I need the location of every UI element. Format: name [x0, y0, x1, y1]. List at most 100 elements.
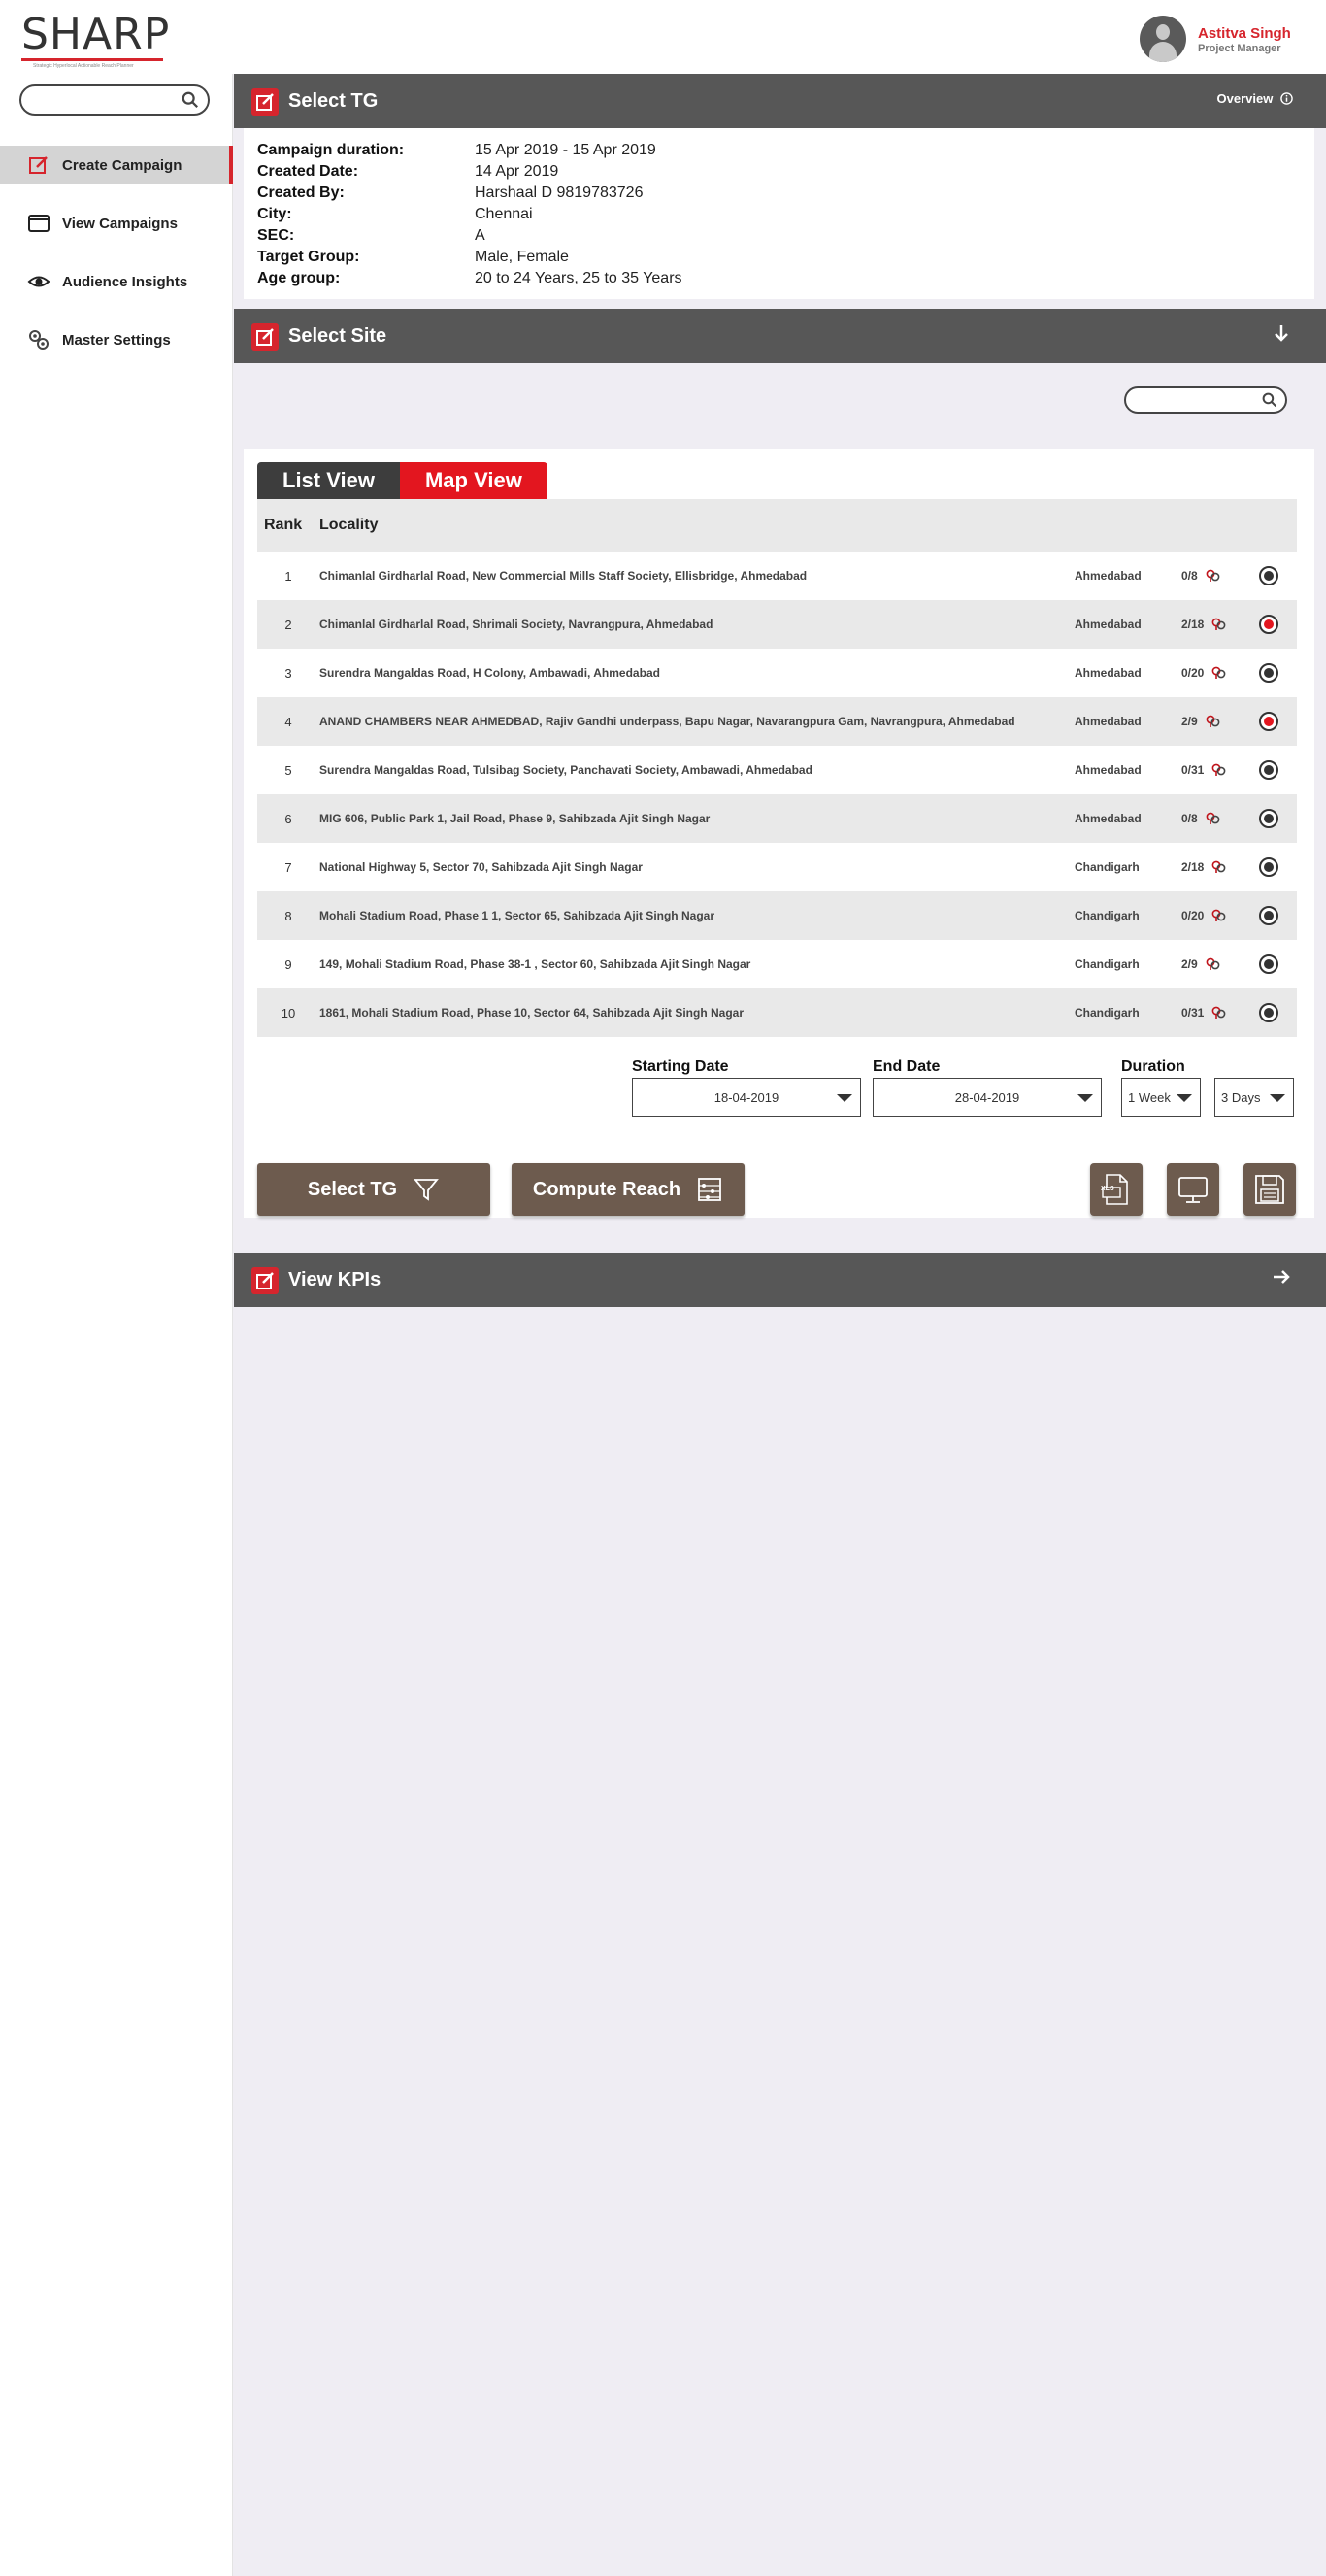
select-tg-header[interactable]: Select TG Overview [234, 74, 1326, 128]
tab-list-view[interactable]: List View [257, 462, 400, 499]
table-row[interactable]: 9 149, Mohali Stadium Road, Phase 38-1 , … [257, 940, 1297, 988]
table-row[interactable]: 3 Surendra Mangaldas Road, H Colony, Amba… [257, 649, 1297, 697]
duration-days-value: 3 Days [1221, 1089, 1261, 1105]
export-xls-button[interactable]: XLS [1090, 1163, 1143, 1216]
window-icon [28, 215, 50, 232]
tg-row-created-by: Created By: Harshaal D 9819783726 [257, 183, 1301, 204]
row-count-value: 0/31 [1181, 1006, 1205, 1020]
site-search-input[interactable] [1124, 386, 1287, 414]
row-locality: Surendra Mangaldas Road, H Colony, Ambaw… [319, 666, 660, 680]
row-locality: 1861, Mohali Stadium Road, Phase 10, Sec… [319, 1006, 745, 1020]
tg-value: Harshaal D 9819783726 [475, 184, 644, 201]
row-select-radio[interactable] [1258, 954, 1278, 974]
row-count-value: 0/8 [1181, 812, 1198, 825]
row-select-radio[interactable] [1258, 760, 1278, 780]
sidebar-item-view-campaigns[interactable]: View Campaigns [0, 204, 233, 243]
sidebar: Create Campaign View Campaigns Audience … [0, 74, 233, 2576]
column-rank[interactable]: Rank [257, 517, 319, 534]
sidebar-item-create-campaign[interactable]: Create Campaign [0, 146, 233, 184]
duration-days-select[interactable]: 3 Days [1214, 1078, 1294, 1117]
arrow-down-icon[interactable] [1270, 321, 1293, 345]
table-header: Rank Locality [257, 499, 1297, 552]
row-city: Ahmedabad [1075, 812, 1142, 825]
row-select-cell [1240, 615, 1297, 634]
table-row[interactable]: 10 1861, Mohali Stadium Road, Phase 10, S… [257, 988, 1297, 1037]
search-icon[interactable] [182, 91, 199, 109]
table-row[interactable]: 7 National Highway 5, Sector 70, Sahibzad… [257, 843, 1297, 891]
end-date-select[interactable]: 28-04-2019 [873, 1078, 1102, 1117]
row-select-cell [1240, 954, 1297, 974]
row-select-cell [1240, 566, 1297, 585]
row-select-cell [1240, 906, 1297, 925]
compute-reach-button[interactable]: Compute Reach [512, 1163, 745, 1216]
row-select-radio[interactable] [1258, 809, 1278, 828]
row-rank: 10 [281, 1005, 296, 1020]
duration-weeks-select[interactable]: 1 Week [1121, 1078, 1201, 1117]
filter-icon [414, 1179, 440, 1201]
tab-map-view[interactable]: Map View [399, 462, 547, 499]
table-row[interactable]: 5 Surendra Mangaldas Road, Tulsibag Socie… [257, 746, 1297, 794]
table-row[interactable]: 2 Chimanlal Girdharlal Road, Shrimali Soc… [257, 600, 1297, 649]
user-profile[interactable]: Astitva Singh Project Manager [1132, 14, 1326, 62]
site-table: Rank Locality 1 Chimanlal Girdharlal Road… [257, 499, 1297, 1037]
row-count: 0/8 [1181, 569, 1240, 583]
tg-key: Age group: [257, 270, 341, 286]
row-count: 0/31 [1181, 763, 1240, 777]
tg-row-duration: Campaign duration: 15 Apr 2019 - 15 Apr 2… [257, 140, 1301, 161]
row-select-radio[interactable] [1258, 1003, 1278, 1022]
row-city: Ahmedabad [1075, 763, 1142, 777]
row-count-value: 2/18 [1181, 618, 1205, 631]
row-rank: 8 [284, 908, 292, 923]
sidebar-search-input[interactable] [19, 84, 210, 116]
table-row[interactable]: 1 Chimanlal Girdharlal Road, New Commerci… [257, 552, 1297, 600]
location-pin-icon [1211, 1006, 1226, 1019]
view-kpis-title: View KPIs [288, 1269, 381, 1290]
avatar[interactable] [1140, 16, 1186, 62]
row-rank: 1 [284, 568, 292, 584]
starting-date-select[interactable]: 18-04-2019 [632, 1078, 861, 1117]
display-button[interactable] [1167, 1163, 1219, 1216]
row-city: Ahmedabad [1075, 666, 1142, 680]
row-select-radio[interactable] [1258, 906, 1278, 925]
sidebar-item-audience-insights[interactable]: Audience Insights [0, 262, 233, 301]
view-kpis-header[interactable]: View KPIs [234, 1253, 1326, 1307]
search-icon[interactable] [1262, 392, 1277, 408]
row-city: Ahmedabad [1075, 569, 1142, 583]
table-row[interactable]: 8 Mohali Stadium Road, Phase 1 1, Sector … [257, 891, 1297, 940]
tg-row-created-date: Created Date: 14 Apr 2019 [257, 161, 1301, 183]
monitor-icon [1178, 1177, 1208, 1203]
arrow-right-icon[interactable] [1270, 1265, 1293, 1288]
sidebar-item-label: Master Settings [62, 331, 171, 349]
row-select-radio[interactable] [1258, 663, 1278, 683]
chevron-down-icon [1270, 1094, 1285, 1102]
save-button[interactable] [1243, 1163, 1296, 1216]
row-rank: 2 [284, 617, 292, 632]
column-locality[interactable]: Locality [319, 517, 378, 534]
select-tg-button-label: Select TG [307, 1178, 398, 1200]
edit-icon [251, 323, 279, 351]
row-city: Ahmedabad [1075, 618, 1142, 631]
row-rank: 4 [284, 714, 292, 729]
row-locality: MIG 606, Public Park 1, Jail Road, Phase… [319, 812, 711, 825]
row-select-radio[interactable] [1258, 566, 1278, 585]
sidebar-item-master-settings[interactable]: Master Settings [0, 320, 233, 359]
row-select-radio[interactable] [1258, 712, 1278, 731]
user-role: Project Manager [1198, 43, 1281, 54]
tg-key: Created Date: [257, 163, 359, 180]
chevron-down-icon [1177, 1094, 1192, 1102]
row-select-radio[interactable] [1258, 857, 1278, 877]
select-tg-button[interactable]: Select TG [257, 1163, 490, 1216]
row-select-radio[interactable] [1258, 615, 1278, 634]
location-pin-icon [1211, 860, 1226, 873]
select-site-header[interactable]: Select Site [234, 309, 1326, 363]
row-city: Ahmedabad [1075, 715, 1142, 728]
edit-icon [251, 1267, 279, 1294]
overview-link[interactable]: Overview [1217, 91, 1293, 106]
edit-icon [251, 88, 279, 116]
sharp-logo[interactable]: SHARP Strategic Hyperlocal Actionable Re… [21, 14, 169, 69]
sidebar-item-label: Audience Insights [62, 273, 188, 290]
row-select-cell [1240, 857, 1297, 877]
location-pin-icon [1211, 666, 1226, 679]
table-row[interactable]: 6 MIG 606, Public Park 1, Jail Road, Phas… [257, 794, 1297, 843]
table-row[interactable]: 4 ANAND CHAMBERS NEAR AHMEDBAD, Rajiv Gan… [257, 697, 1297, 746]
